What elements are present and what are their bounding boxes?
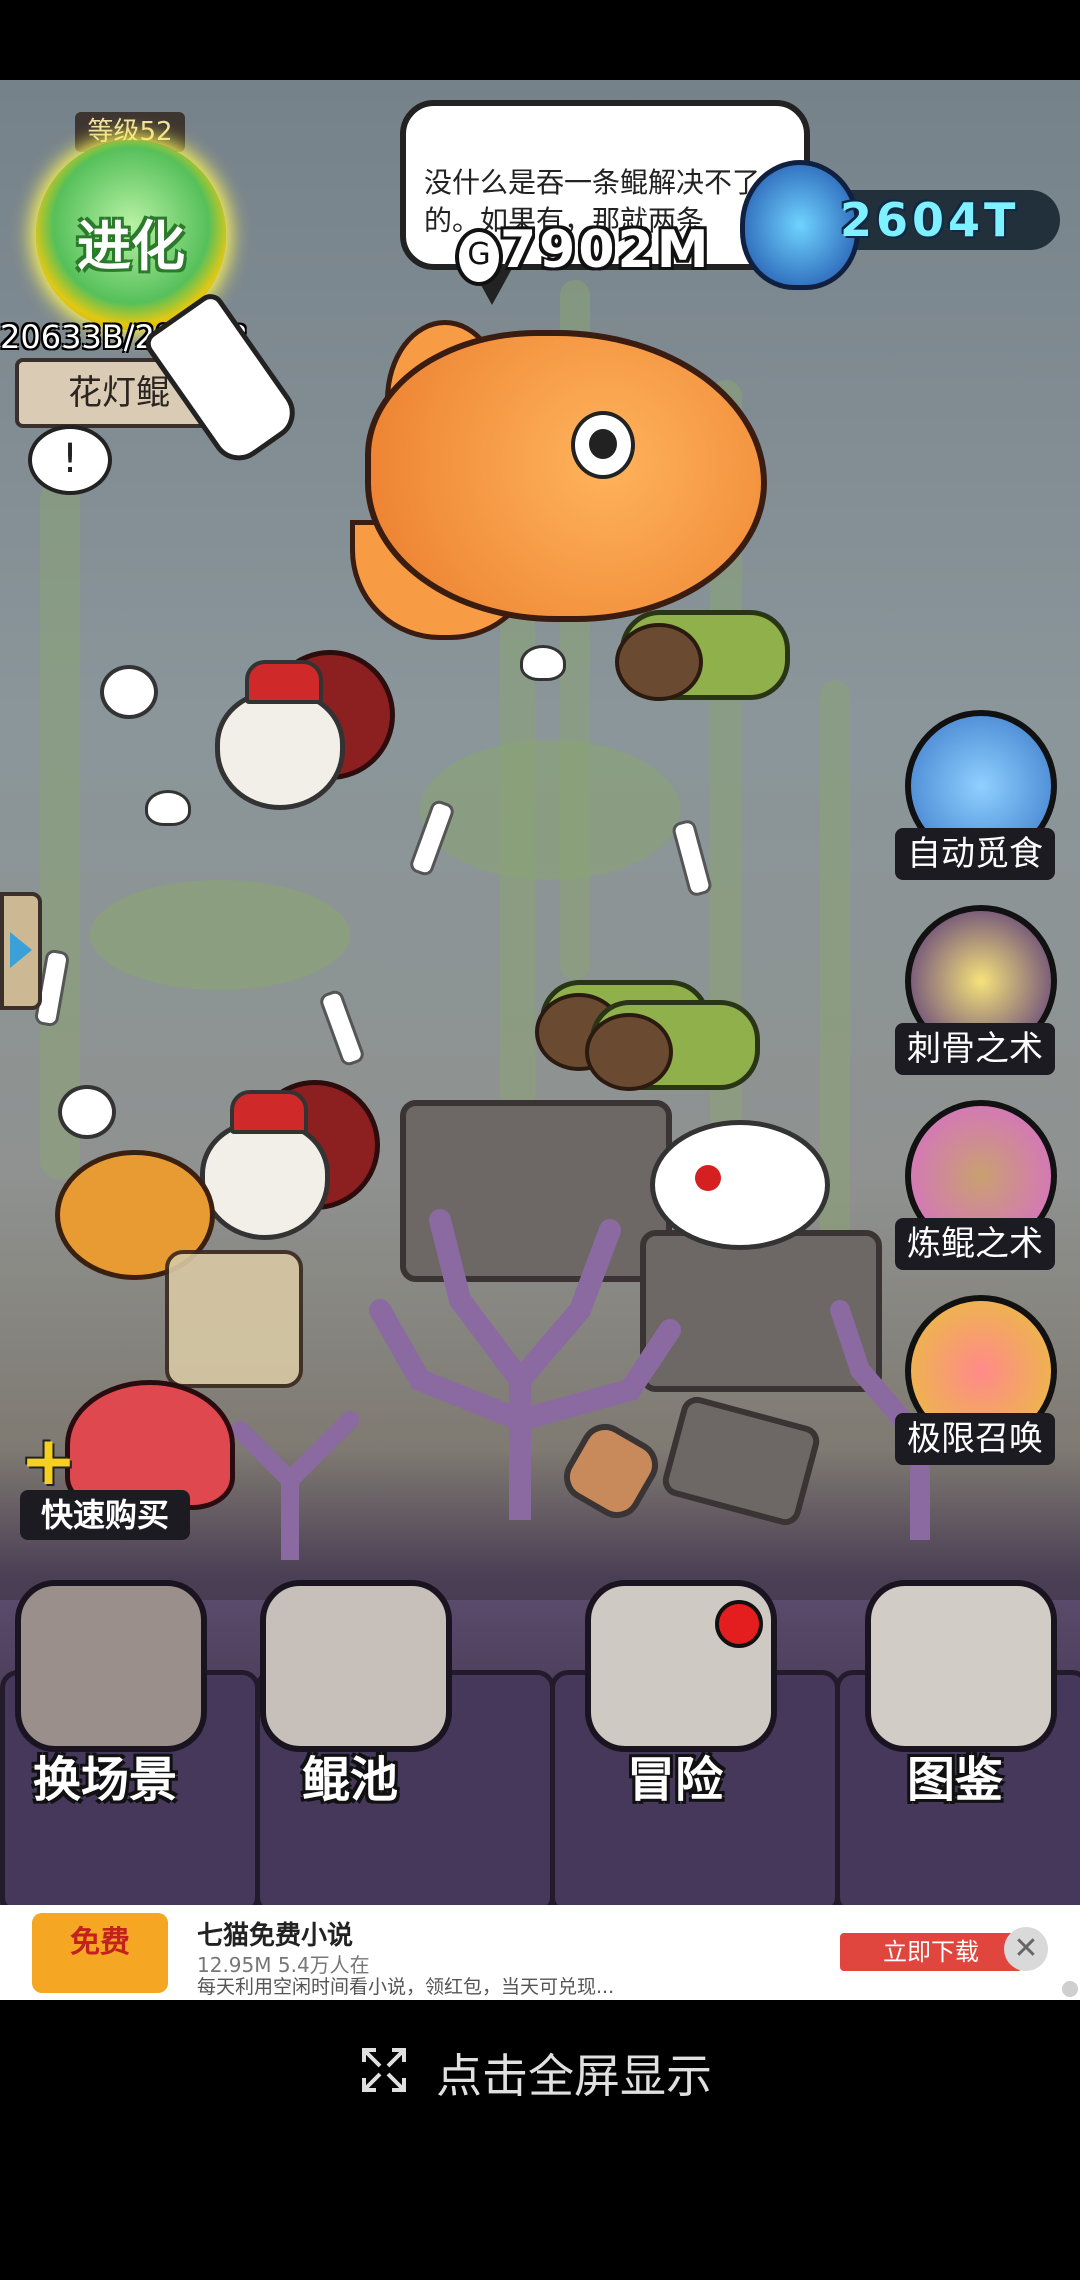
ad-logo-text: 免费 [70, 1925, 130, 1960]
game-scene[interactable]: 等级52 进化 20633B/2063 B 花灯鲲 ! 没什么是吞一条鲲解决不了… [0, 80, 1080, 1905]
auto-forage-label: 自动觅食 [895, 828, 1055, 880]
mushroom-cycle-icon [15, 1580, 207, 1752]
evolve-label: 进化 [77, 215, 185, 278]
adventure-label: 冒险 [626, 1752, 723, 1808]
bone[interactable] [317, 988, 367, 1068]
quick-buy-label: 快速购买 [20, 1490, 190, 1540]
tip-bubble-icon[interactable]: ! [28, 425, 112, 495]
kun-refining-button[interactable]: 炼鲲之术 [895, 1100, 1057, 1270]
arrow-right-icon [10, 932, 32, 968]
fullscreen-label: 点击全屏显示 [436, 2049, 712, 2103]
change-scene-label: 换场景 [32, 1752, 177, 1808]
ad-banner[interactable]: 免费 七猫免费小说 12.95M 5.4万人在 每天利用空闲时间看小说，领红包，… [0, 1905, 1080, 2000]
coral [369, 1209, 681, 1520]
chick[interactable] [100, 665, 158, 719]
bamboo-kun[interactable] [615, 610, 790, 701]
reindeer-kun[interactable] [650, 1120, 830, 1250]
encyclopedia-button[interactable]: 图鉴 [855, 1580, 1057, 1810]
scroll-icon [865, 1580, 1057, 1752]
seaweed [40, 480, 80, 1180]
fish-skull[interactable] [520, 645, 566, 681]
auto-forage-button[interactable]: 自动觅食 [895, 710, 1057, 880]
diver-kun[interactable] [165, 1250, 303, 1388]
coin-count: 7902M [500, 220, 712, 280]
adventure-button[interactable]: 冒险 [575, 1580, 777, 1810]
santa-kun[interactable] [215, 650, 395, 810]
kun-pool-button[interactable]: 鲲池 [250, 1580, 452, 1810]
lily-pad [420, 740, 680, 880]
fish-skull[interactable] [145, 790, 191, 826]
ad-description: 每天利用空闲时间看小说，领红包，当天可兑现... [197, 1976, 615, 1998]
fish-eye [571, 411, 635, 479]
fish-jar-icon [260, 1580, 452, 1752]
ad-close-icon[interactable]: ✕ [1004, 1927, 1048, 1971]
expand-icon [362, 2048, 406, 2092]
ad-indicator-icon [1062, 1981, 1078, 1997]
kun-refining-label: 炼鲲之术 [895, 1218, 1055, 1270]
ad-title: 七猫免费小说 [197, 1921, 354, 1951]
ultimate-summon-button[interactable]: 极限召唤 [895, 1295, 1057, 1465]
kun-pool-label: 鲲池 [301, 1752, 398, 1808]
side-drawer-toggle[interactable] [0, 892, 42, 1010]
bamboo-kun[interactable] [585, 1000, 760, 1091]
bone-piercing-button[interactable]: 刺骨之术 [895, 905, 1057, 1075]
quick-buy-button[interactable]: + 快速购买 [20, 1380, 235, 1540]
bone-piercing-label: 刺骨之术 [895, 1023, 1055, 1075]
encyclopedia-label: 图鉴 [906, 1752, 1003, 1808]
ad-app-logo: 免费 [32, 1913, 168, 1993]
santa-kun[interactable] [200, 1080, 380, 1240]
change-scene-button[interactable]: 换场景 [5, 1580, 207, 1810]
ad-download-button[interactable]: 立即下载 [840, 1933, 1022, 1971]
lily-pad [90, 880, 350, 990]
bone[interactable] [670, 818, 714, 898]
chick[interactable] [58, 1085, 116, 1139]
ultimate-summon-label: 极限召唤 [895, 1413, 1055, 1465]
notification-dot [715, 1600, 763, 1648]
gem-count: 2604T [840, 193, 1020, 247]
lantern-kun-fish[interactable] [365, 330, 767, 622]
coin-icon: G [455, 228, 503, 286]
